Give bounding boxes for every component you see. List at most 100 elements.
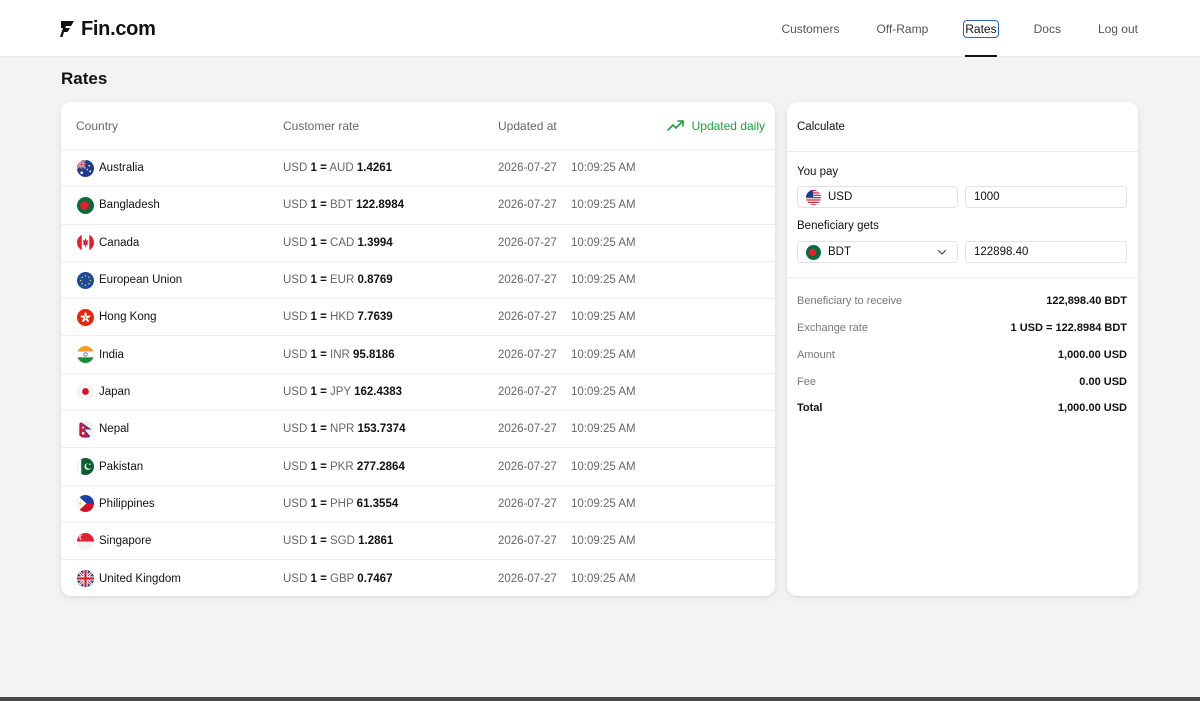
pay-amount-field[interactable]	[966, 191, 1126, 203]
updated-date: 2026-07-27	[498, 460, 557, 473]
table-row[interactable]: Nepal USD 1 = NPR 153.7374 2026-07-27 10…	[61, 411, 775, 449]
country-name: Canada	[99, 236, 140, 249]
hong-kong-flag-icon	[77, 308, 94, 326]
table-row[interactable]: United Kingdom USD 1 = GBP 0.7467 2026-0…	[61, 560, 775, 596]
summary-total: Total 1,000.00 USD	[797, 402, 1127, 418]
receive-amount-input[interactable]	[965, 241, 1127, 263]
pay-amount-input[interactable]	[965, 186, 1127, 208]
nav-rates[interactable]: Rates	[963, 0, 999, 57]
column-header-country: Country	[76, 118, 119, 133]
updated-time: 10:09:25 AM	[571, 199, 636, 212]
updated-date: 2026-07-27	[498, 497, 557, 510]
updated-date: 2026-07-27	[498, 423, 557, 436]
nav-off-ramp[interactable]: Off-Ramp	[876, 0, 928, 57]
updated-date: 2026-07-27	[498, 535, 557, 548]
country-name: Australia	[99, 162, 144, 175]
updated-date: 2026-07-27	[498, 385, 557, 398]
summary-value: 0.00 USD	[1079, 376, 1127, 388]
updated-time: 10:09:25 AM	[571, 572, 636, 585]
us-flag-icon	[806, 189, 821, 205]
receive-amount-field[interactable]	[966, 246, 1126, 258]
customer-rate: USD 1 = NPR 153.7374	[283, 423, 406, 436]
updated-time: 10:09:25 AM	[571, 162, 636, 175]
summary-amount: Amount 1,000.00 USD	[797, 349, 1127, 365]
summary-label: Fee	[797, 376, 816, 388]
updated-date: 2026-07-27	[498, 236, 557, 249]
summary-label: Total	[797, 402, 823, 414]
brand-name: Fin.com	[81, 17, 156, 40]
customer-rate: USD 1 = CAD 1.3994	[283, 236, 393, 249]
summary-label: Amount	[797, 349, 835, 361]
nav-customers[interactable]: Customers	[781, 0, 839, 57]
table-row[interactable]: Australia USD 1 = AUD 1.4261 2026-07-27 …	[61, 150, 775, 188]
nav-label: Customers	[781, 21, 840, 36]
calculator-divider	[787, 277, 1138, 278]
main-nav: Customers Off-Ramp Rates Docs Log out	[744, 0, 1138, 57]
table-header: Country Customer rate Updated at Updated…	[61, 102, 775, 150]
table-row[interactable]: Japan USD 1 = JPY 162.4383 2026-07-27 10…	[61, 374, 775, 412]
country-name: Philippines	[99, 497, 155, 510]
rates-table: Country Customer rate Updated at Updated…	[61, 102, 775, 596]
country-name: Nepal	[99, 423, 130, 436]
updated-time: 10:09:25 AM	[571, 423, 636, 436]
column-header-rate: Customer rate	[283, 118, 360, 133]
summary-value: 1,000.00 USD	[1057, 349, 1127, 361]
table-row[interactable]: Bangladesh USD 1 = BDT 122.8984 2026-07-…	[61, 187, 775, 225]
customer-rate: USD 1 = SGD 1.2861	[283, 535, 394, 548]
nav-docs[interactable]: Docs	[1034, 0, 1061, 57]
updated-date: 2026-07-27	[498, 311, 557, 324]
page-title: Rates	[61, 69, 108, 88]
table-row[interactable]: Singapore USD 1 = SGD 1.2861 2026-07-27 …	[61, 523, 775, 561]
chevron-down-icon	[937, 249, 947, 255]
nav-label: Log out	[1097, 21, 1138, 36]
nepal-flag-icon	[77, 420, 94, 438]
summary-label: Exchange rate	[797, 322, 868, 334]
summary-beneficiary-to-receive: Beneficiary to receive 122,898.40 BDT	[797, 295, 1127, 311]
summary-value: 1,000.00 USD	[1057, 402, 1127, 414]
updated-date: 2026-07-27	[498, 199, 557, 212]
bangladesh-flag-icon	[77, 196, 94, 214]
pay-currency-select[interactable]: USD	[797, 186, 958, 208]
updated-time: 10:09:25 AM	[571, 385, 636, 398]
customer-rate: USD 1 = JPY 162.4383	[283, 385, 403, 398]
table-row[interactable]: India USD 1 = INR 95.8186 2026-07-27 10:…	[61, 336, 775, 374]
updated-time: 10:09:25 AM	[571, 497, 636, 510]
country-name: Bangladesh	[99, 199, 160, 212]
calculator-panel: Calculate You pay USD Beneficiary gets B…	[787, 102, 1138, 596]
table-row[interactable]: Canada USD 1 = CAD 1.3994 2026-07-27 10:…	[61, 225, 775, 262]
customer-rate: USD 1 = EUR 0.8769	[283, 274, 393, 287]
table-row[interactable]: European Union USD 1 = EUR 0.8769 2026-0…	[61, 262, 775, 300]
nav-log-out[interactable]: Log out	[1098, 0, 1138, 57]
updated-time: 10:09:25 AM	[571, 236, 636, 249]
fin-logo-icon	[60, 21, 74, 37]
customer-rate: USD 1 = PKR 277.2864	[283, 460, 405, 473]
trending-up-icon	[666, 120, 684, 131]
updated-time: 10:09:25 AM	[571, 460, 636, 473]
receive-currency-select[interactable]: BDT	[797, 241, 958, 263]
customer-rate: USD 1 = BDT 122.8984	[283, 199, 404, 212]
summary-label: Beneficiary to receive	[797, 295, 903, 307]
uk-flag-icon	[77, 570, 94, 588]
customer-rate: USD 1 = PHP 61.3554	[283, 497, 399, 510]
singapore-flag-icon	[77, 532, 94, 550]
updated-time: 10:09:25 AM	[571, 311, 636, 324]
table-row[interactable]: Pakistan USD 1 = PKR 277.2864 2026-07-27…	[61, 448, 775, 486]
table-body: Australia USD 1 = AUD 1.4261 2026-07-27 …	[61, 150, 775, 596]
australia-flag-icon	[77, 159, 94, 177]
country-name: Japan	[99, 385, 131, 398]
pakistan-flag-icon	[77, 458, 94, 476]
receive-currency-value: BDT	[828, 246, 851, 258]
you-pay-label: You pay	[797, 166, 839, 178]
bangladesh-flag-icon	[806, 244, 821, 260]
table-row[interactable]: Hong Kong USD 1 = HKD 7.7639 2026-07-27 …	[61, 299, 775, 337]
calculator-header: Calculate	[787, 102, 1138, 152]
summary-exchange-rate: Exchange rate 1 USD = 122.8984 BDT	[797, 322, 1127, 338]
summary-value: 122,898.40 BDT	[1046, 295, 1127, 307]
customer-rate: USD 1 = GBP 0.7467	[283, 572, 393, 585]
updated-date: 2026-07-27	[498, 162, 557, 175]
brand-logo[interactable]: Fin.com	[60, 17, 156, 41]
nav-label: Rates	[963, 19, 999, 38]
nav-label: Off-Ramp	[876, 21, 929, 36]
window-bottom-edge	[0, 697, 1200, 701]
table-row[interactable]: Philippines USD 1 = PHP 61.3554 2026-07-…	[61, 486, 775, 523]
